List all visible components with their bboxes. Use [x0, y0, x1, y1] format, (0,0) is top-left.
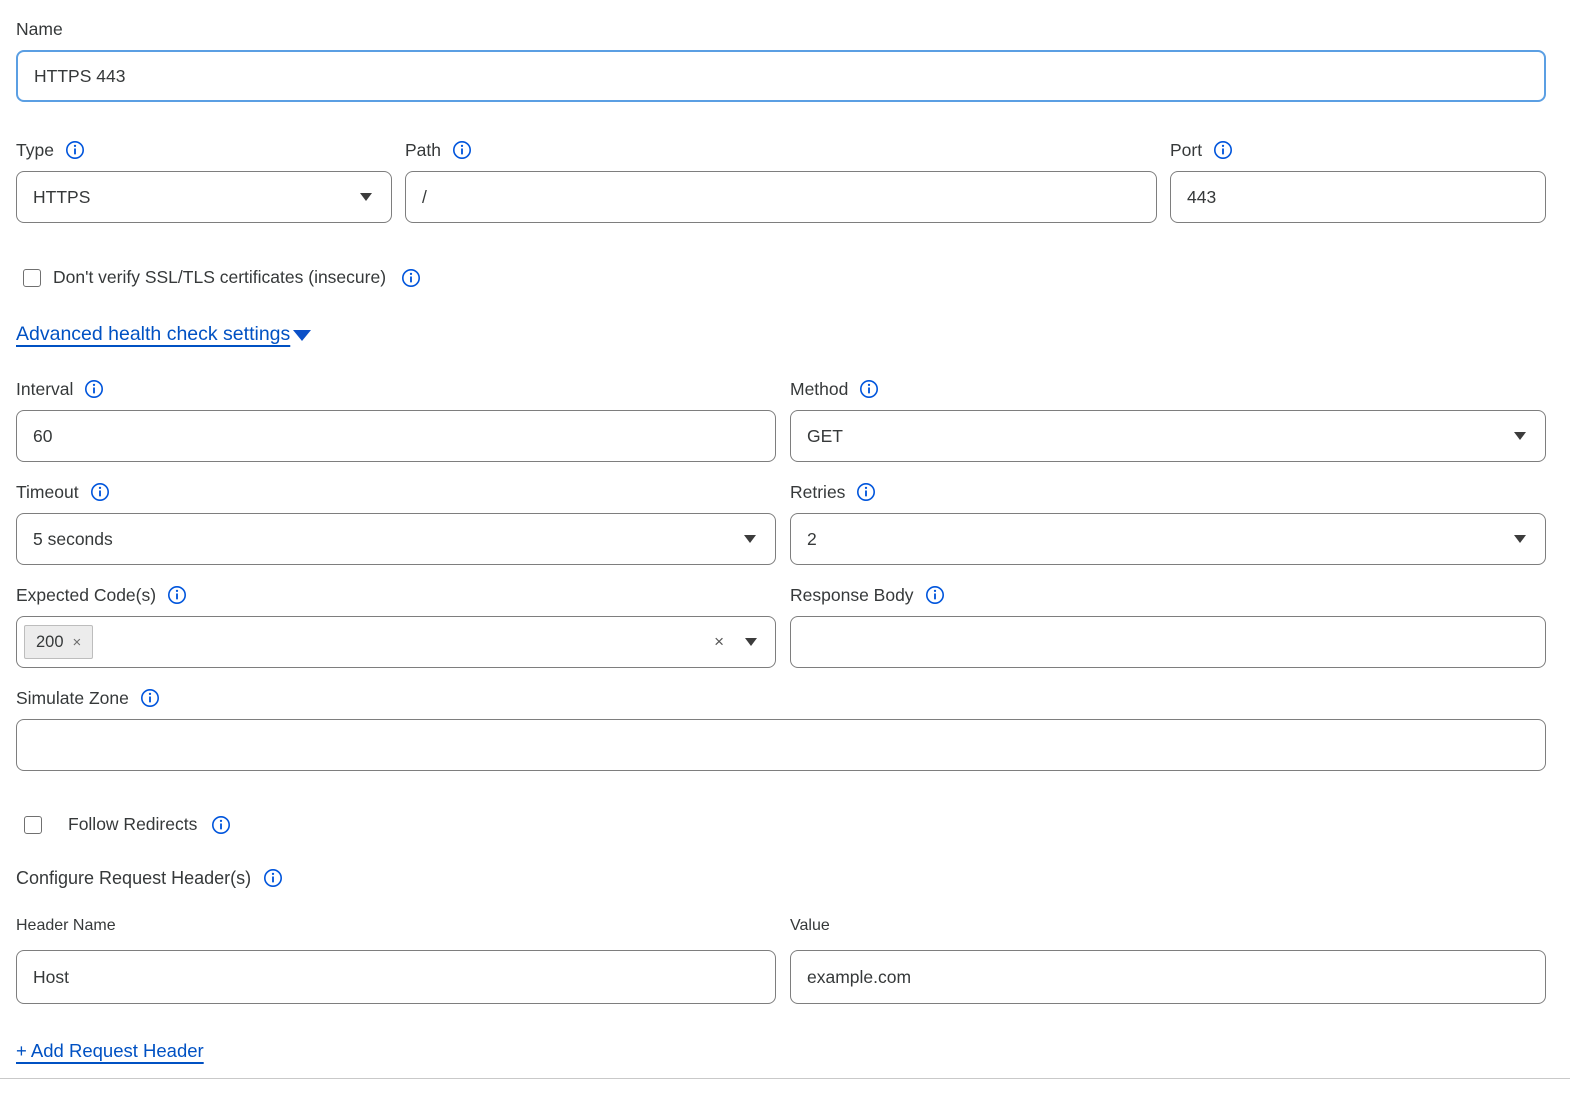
simulate-zone-field: Simulate Zone: [16, 687, 1546, 771]
header-value-input[interactable]: [790, 950, 1546, 1004]
follow-redirects-row: Follow Redirects: [16, 814, 1546, 835]
retries-select[interactable]: 2: [790, 513, 1546, 565]
response-body-label-row: Response Body: [790, 584, 1546, 606]
health-check-form: Name Type HTTPS Path: [0, 0, 1570, 1107]
info-icon[interactable]: [1213, 140, 1233, 160]
follow-redirects-label[interactable]: Follow Redirects: [68, 814, 197, 835]
triangle-down-icon: [293, 330, 311, 341]
timeout-select[interactable]: 5 seconds: [16, 513, 776, 565]
name-label: Name: [16, 19, 63, 40]
expected-codes-multiselect[interactable]: 200 × ×: [16, 616, 776, 668]
interval-label: Interval: [16, 379, 73, 400]
request-headers-title: Configure Request Header(s): [16, 868, 251, 889]
chevron-down-icon[interactable]: [745, 638, 757, 646]
retries-field: Retries 2: [790, 481, 1546, 565]
timeout-field: Timeout 5 seconds: [16, 481, 776, 565]
response-body-input[interactable]: [790, 616, 1546, 668]
response-body-field: Response Body: [790, 584, 1546, 668]
timeout-label-row: Timeout: [16, 481, 776, 503]
path-label: Path: [405, 140, 441, 161]
interval-field: Interval: [16, 378, 776, 462]
port-input[interactable]: [1170, 171, 1546, 223]
method-select-value: GET: [807, 426, 843, 447]
simulate-zone-label-row: Simulate Zone: [16, 687, 1546, 709]
timeout-label: Timeout: [16, 482, 79, 503]
path-field: Path: [405, 139, 1157, 223]
info-icon[interactable]: [452, 140, 472, 160]
info-icon[interactable]: [925, 585, 945, 605]
port-label-row: Port: [1170, 139, 1546, 161]
type-field: Type HTTPS: [16, 139, 392, 223]
response-body-label: Response Body: [790, 585, 914, 606]
header-name-column-label: Header Name: [16, 915, 776, 936]
info-icon[interactable]: [211, 815, 231, 835]
info-icon[interactable]: [859, 379, 879, 399]
advanced-settings-grid: Interval Method GET Timeout: [16, 378, 1546, 668]
follow-redirects-checkbox[interactable]: [24, 816, 42, 834]
type-label-row: Type: [16, 139, 392, 161]
method-label: Method: [790, 379, 848, 400]
info-icon[interactable]: [167, 585, 187, 605]
info-icon[interactable]: [140, 688, 160, 708]
type-path-port-row: Type HTTPS Path Port: [16, 139, 1546, 223]
value-column-label: Value: [790, 915, 1546, 936]
expected-codes-label: Expected Code(s): [16, 585, 156, 606]
chevron-down-icon: [744, 535, 756, 543]
retries-select-value: 2: [807, 529, 817, 550]
info-icon[interactable]: [84, 379, 104, 399]
request-headers-title-row: Configure Request Header(s): [16, 866, 1546, 890]
method-select[interactable]: GET: [790, 410, 1546, 462]
advanced-settings-link[interactable]: Advanced health check settings: [16, 323, 290, 346]
port-label: Port: [1170, 140, 1202, 161]
info-icon[interactable]: [263, 868, 283, 888]
request-header-row: [16, 950, 1546, 1004]
retries-label: Retries: [790, 482, 845, 503]
port-field: Port: [1170, 139, 1546, 223]
path-label-row: Path: [405, 139, 1157, 161]
method-label-row: Method: [790, 378, 1546, 400]
simulate-zone-input[interactable]: [16, 719, 1546, 771]
name-label-row: Name: [16, 18, 1546, 40]
type-select-value: HTTPS: [33, 187, 90, 208]
chevron-down-icon: [360, 193, 372, 201]
remove-tag-icon[interactable]: ×: [73, 634, 82, 651]
verify-ssl-label[interactable]: Don't verify SSL/TLS certificates (insec…: [53, 267, 386, 288]
info-icon[interactable]: [65, 140, 85, 160]
timeout-select-value: 5 seconds: [33, 529, 113, 550]
retries-label-row: Retries: [790, 481, 1546, 503]
method-field: Method GET: [790, 378, 1546, 462]
chevron-down-icon: [1514, 535, 1526, 543]
add-request-header-link[interactable]: + Add Request Header: [16, 1040, 204, 1062]
expected-codes-field: Expected Code(s) 200 × ×: [16, 584, 776, 668]
advanced-settings-row: Advanced health check settings: [16, 322, 1546, 346]
multiselect-controls: ×: [714, 632, 757, 652]
info-icon[interactable]: [90, 482, 110, 502]
clear-icon[interactable]: ×: [714, 632, 724, 652]
chevron-down-icon: [1514, 432, 1526, 440]
type-select[interactable]: HTTPS: [16, 171, 392, 223]
expected-code-tag: 200 ×: [24, 625, 93, 659]
name-input[interactable]: [16, 50, 1546, 102]
header-name-input[interactable]: [16, 950, 776, 1004]
verify-ssl-row: Don't verify SSL/TLS certificates (insec…: [16, 267, 1546, 288]
type-label: Type: [16, 140, 54, 161]
info-icon[interactable]: [401, 268, 421, 288]
interval-label-row: Interval: [16, 378, 776, 400]
add-request-header-row: + Add Request Header: [16, 1038, 1546, 1064]
path-input[interactable]: [405, 171, 1157, 223]
verify-ssl-checkbox[interactable]: [23, 269, 41, 287]
simulate-zone-label: Simulate Zone: [16, 688, 129, 709]
section-divider: [0, 1078, 1570, 1079]
expected-code-tag-value: 200: [36, 633, 64, 652]
info-icon[interactable]: [856, 482, 876, 502]
interval-input[interactable]: [16, 410, 776, 462]
request-headers-column-labels: Header Name Value: [16, 915, 1546, 950]
expected-codes-label-row: Expected Code(s): [16, 584, 776, 606]
